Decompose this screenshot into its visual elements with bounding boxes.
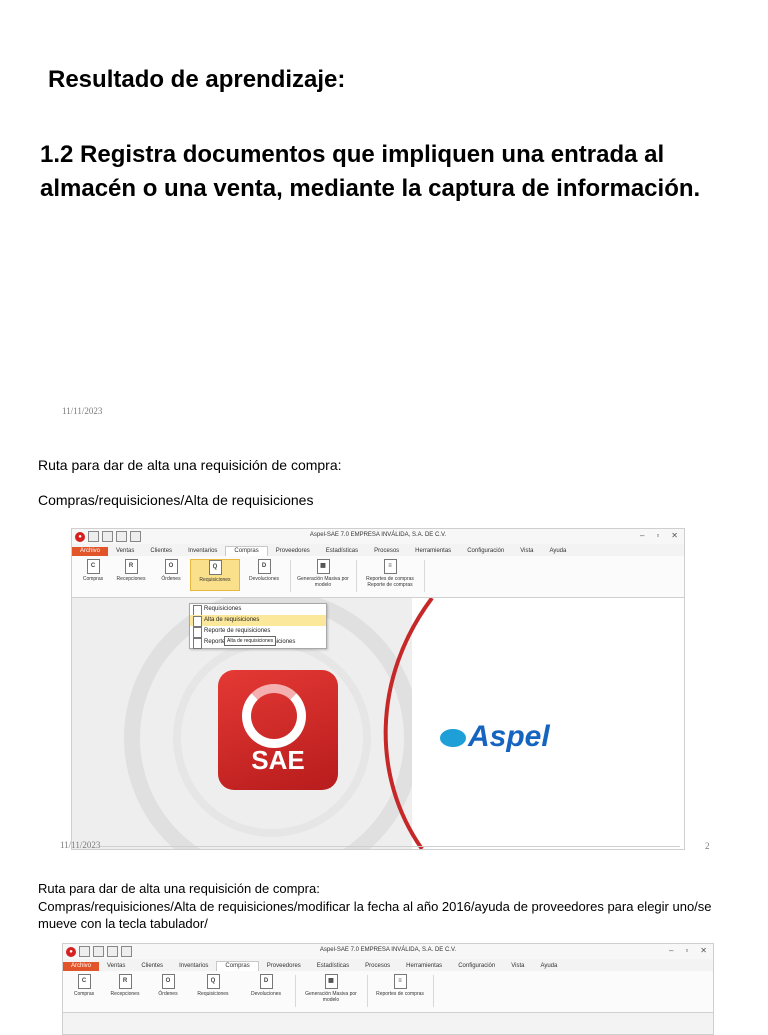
aspel-brand-logo: Aspel <box>440 720 550 754</box>
menu-ayuda[interactable]: Ayuda <box>532 962 565 971</box>
route-intro-text: Ruta para dar de alta una requisición de… <box>38 881 320 896</box>
menu-configuracion[interactable]: Configuración <box>459 547 512 556</box>
menu-herramientas[interactable]: Herramientas <box>398 962 450 971</box>
menu-herramientas[interactable]: Herramientas <box>407 547 459 556</box>
document-icon: O <box>164 559 178 574</box>
menu-ayuda[interactable]: Ayuda <box>541 547 574 556</box>
app-content-area: SAE Aspel <box>72 598 684 849</box>
menu-inventarios[interactable]: Inventarios <box>171 962 216 971</box>
slide-heading: Resultado de aprendizaje: <box>48 66 346 93</box>
background-graphic <box>124 598 684 849</box>
document-icon: C <box>86 559 100 574</box>
minimize-icon[interactable]: – <box>640 531 644 540</box>
route-path-text: Compras/requisiciones/Alta de requisicio… <box>38 899 712 931</box>
tooltip: Alta de requisiciones <box>224 636 277 646</box>
menu-inventarios[interactable]: Inventarios <box>180 547 225 556</box>
menu-vista[interactable]: Vista <box>512 547 541 556</box>
menu-procesos[interactable]: Procesos <box>366 547 407 556</box>
window-controls: – ▫ ✕ <box>640 531 678 540</box>
menu-proveedores[interactable]: Proveedores <box>268 547 318 556</box>
ribbon-requisiciones-button[interactable]: Q Requisiciones <box>190 559 240 591</box>
app-window-screenshot: ● Aspel-SAE 7.0 EMPRESA INVÁLIDA, S.A. D… <box>62 943 714 1035</box>
menu-bar: Archivo Ventas Clientes Inventarios Comp… <box>63 959 713 971</box>
slide-date: 11/11/2023 <box>62 406 103 416</box>
report-icon: ≡ <box>383 559 397 574</box>
ribbon-group-label: Reporte de compras <box>367 582 413 588</box>
window-titlebar: ● Aspel-SAE 7.0 EMPRESA INVÁLIDA, S.A. D… <box>72 529 684 544</box>
menu-procesos[interactable]: Procesos <box>357 962 398 971</box>
menu-proveedores[interactable]: Proveedores <box>259 962 309 971</box>
ribbon: C Compras R Recepciones O Órdenes Q Requisic… <box>72 556 684 598</box>
document-icon: R <box>118 974 132 989</box>
document-icon: D <box>259 974 273 989</box>
document-icon: Q <box>208 560 222 575</box>
ribbon-ordenes-button[interactable]: O Órdenes <box>153 974 183 997</box>
document-icon <box>193 638 202 649</box>
route-intro-text: Ruta para dar de alta una requisición de… <box>38 457 342 473</box>
document-icon: R <box>124 559 138 574</box>
ribbon-compras-button[interactable]: C Compras <box>69 974 99 997</box>
window-titlebar: ● Aspel-SAE 7.0 EMPRESA INVÁLIDA, S.A. D… <box>63 944 713 959</box>
document-icon: C <box>77 974 91 989</box>
ribbon-ordenes-button[interactable]: O Órdenes <box>156 559 186 582</box>
ribbon-separator <box>295 975 296 1007</box>
menu-bar: Archivo Ventas Clientes Inventarios Comp… <box>72 544 684 556</box>
slide-subheading: 1.2 Registra documentos que impliquen un… <box>40 141 701 202</box>
sae-logo: SAE <box>218 670 338 790</box>
route-path-text: Compras/requisiciones/Alta de requisicio… <box>38 492 314 508</box>
menu-archivo[interactable]: Archivo <box>72 547 109 556</box>
window-controls: – ▫ ✕ <box>669 946 707 955</box>
menu-ventas[interactable]: Ventas <box>108 547 142 556</box>
refresh-arrows-icon <box>242 684 306 748</box>
document-icon: O <box>161 974 175 989</box>
menu-compras[interactable]: Compras <box>216 961 259 971</box>
ribbon-compras-button[interactable]: C Compras <box>78 559 108 582</box>
aspel-swoosh-icon <box>440 729 466 748</box>
restore-icon[interactable]: ▫ <box>685 946 688 955</box>
restore-icon[interactable]: ▫ <box>656 531 659 540</box>
page-number: 2 <box>705 841 710 851</box>
window-title: Aspel-SAE 7.0 EMPRESA INVÁLIDA, S.A. DE … <box>309 532 447 538</box>
minimize-icon[interactable]: – <box>669 946 673 955</box>
menu-clientes[interactable]: Clientes <box>133 962 171 971</box>
document-icon: D <box>257 559 271 574</box>
ribbon-separator <box>367 975 368 1007</box>
dropdown-item-requisiciones[interactable]: Requisiciones <box>190 604 326 616</box>
app-window-screenshot: ● Aspel-SAE 7.0 EMPRESA INVÁLIDA, S.A. D… <box>71 528 685 850</box>
document-icon: Q <box>206 974 220 989</box>
menu-configuracion[interactable]: Configuración <box>450 962 503 971</box>
close-icon[interactable]: ✕ <box>671 531 678 540</box>
report-icon: ≡ <box>393 974 407 989</box>
menu-archivo[interactable]: Archivo <box>63 962 100 971</box>
ribbon-reportes-button[interactable]: ≡ Reportes de compras Reporte de compras <box>360 559 420 588</box>
slide-divider <box>100 846 680 847</box>
window-title: Aspel-SAE 7.0 EMPRESA INVÁLIDA, S.A. DE … <box>319 947 457 953</box>
menu-estadisticas[interactable]: Estadísticas <box>309 962 357 971</box>
grid-icon: ▦ <box>316 559 330 574</box>
menu-estadisticas[interactable]: Estadísticas <box>318 547 366 556</box>
menu-ventas[interactable]: Ventas <box>99 962 133 971</box>
ribbon-generacion-masiva-button[interactable]: ▦ Generación Masiva por modelo <box>294 559 352 588</box>
ribbon-requisiciones-button[interactable]: Q Requisiciones <box>189 974 237 997</box>
menu-compras[interactable]: Compras <box>225 546 268 556</box>
menu-vista[interactable]: Vista <box>503 962 532 971</box>
slide-date: 11/11/2023 <box>60 840 101 850</box>
close-icon[interactable]: ✕ <box>700 946 707 955</box>
ribbon-devoluciones-button[interactable]: D Devoluciones <box>242 559 286 582</box>
ribbon-separator <box>424 560 425 592</box>
grid-icon: ▦ <box>324 974 338 989</box>
ribbon-reportes-button[interactable]: ≡ Reportes de compras <box>373 974 427 997</box>
ribbon-recepciones-button[interactable]: R Recepciones <box>103 974 147 997</box>
ribbon-separator <box>290 560 291 592</box>
dropdown-item-alta-requisiciones[interactable]: Alta de requisiciones <box>190 615 326 627</box>
menu-clientes[interactable]: Clientes <box>142 547 180 556</box>
ribbon-separator <box>356 560 357 592</box>
ribbon: C Compras R Recepciones O Órdenes Q Requisic… <box>63 971 713 1013</box>
ribbon-separator <box>433 975 434 1007</box>
ribbon-devoluciones-button[interactable]: D Devoluciones <box>243 974 289 997</box>
ribbon-generacion-masiva-button[interactable]: ▦ Generación Masiva por modelo <box>301 974 361 1003</box>
ribbon-recepciones-button[interactable]: R Recepciones <box>110 559 152 582</box>
